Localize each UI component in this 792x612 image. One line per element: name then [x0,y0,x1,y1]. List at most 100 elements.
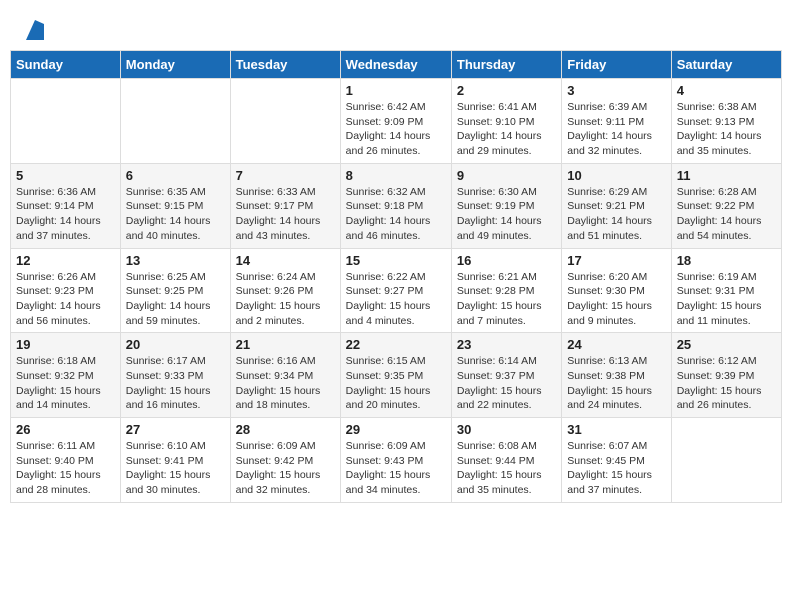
calendar-cell: 3 Sunrise: 6:39 AM Sunset: 9:11 PM Daylig… [562,79,671,164]
weekday-header-wednesday: Wednesday [340,51,451,79]
calendar-cell: 4Sunrise: 6:38 AM Sunset: 9:13 PM Daylig… [671,79,781,164]
day-info: Sunrise: 6:09 AM Sunset: 9:42 PM Dayligh… [236,439,335,498]
calendar-cell: 13 Sunrise: 6:25 AM Sunset: 9:25 PM Dayli… [120,248,230,333]
day-info: Sunrise: 6:35 AM Sunset: 9:15 PM Dayligh… [126,185,225,244]
weekday-header-thursday: Thursday [451,51,561,79]
day-info: Sunrise: 6:07 AM Sunset: 9:45 PM Dayligh… [567,439,665,498]
day-number: 5 [16,168,115,183]
calendar-cell: 12 Sunrise: 6:26 AM Sunset: 9:23 PM Dayli… [11,248,121,333]
day-number: 3 [567,83,665,98]
day-number: 25 [677,337,776,352]
weekday-header-sunday: Sunday [11,51,121,79]
day-number: 20 [126,337,225,352]
calendar-cell: 1Sunrise: 6:42 AM Sunset: 9:09 PM Daylig… [340,79,451,164]
day-number: 14 [236,253,335,268]
day-info: Sunrise: 6:14 AM Sunset: 9:37 PM Dayligh… [457,354,556,413]
calendar-week-1: 1Sunrise: 6:42 AM Sunset: 9:09 PM Daylig… [11,79,782,164]
day-number: 23 [457,337,556,352]
calendar-header: SundayMondayTuesdayWednesdayThursdayFrid… [11,51,782,79]
day-info: Sunrise: 6:24 AM Sunset: 9:26 PM Dayligh… [236,270,335,329]
calendar-cell: 24Sunrise: 6:13 AM Sunset: 9:38 PM Dayli… [562,333,671,418]
calendar-table: SundayMondayTuesdayWednesdayThursdayFrid… [10,50,782,503]
calendar-cell [11,79,121,164]
weekday-row: SundayMondayTuesdayWednesdayThursdayFrid… [11,51,782,79]
calendar-cell [671,418,781,503]
calendar-cell: 6 Sunrise: 6:35 AM Sunset: 9:15 PM Daylig… [120,163,230,248]
calendar-cell [230,79,340,164]
calendar-body: 1Sunrise: 6:42 AM Sunset: 9:09 PM Daylig… [11,79,782,503]
day-info: Sunrise: 6:28 AM Sunset: 9:22 PM Dayligh… [677,185,776,244]
calendar-week-5: 26 Sunrise: 6:11 AM Sunset: 9:40 PM Dayli… [11,418,782,503]
calendar-cell: 2 Sunrise: 6:41 AM Sunset: 9:10 PM Daylig… [451,79,561,164]
day-info: Sunrise: 6:20 AM Sunset: 9:30 PM Dayligh… [567,270,665,329]
day-info: Sunrise: 6:09 AM Sunset: 9:43 PM Dayligh… [346,439,446,498]
page-header [10,10,782,45]
day-info: Sunrise: 6:25 AM Sunset: 9:25 PM Dayligh… [126,270,225,329]
logo [25,20,49,40]
day-number: 13 [126,253,225,268]
day-info: Sunrise: 6:21 AM Sunset: 9:28 PM Dayligh… [457,270,556,329]
day-number: 1 [346,83,446,98]
day-info: Sunrise: 6:39 AM Sunset: 9:11 PM Dayligh… [567,100,665,159]
day-number: 10 [567,168,665,183]
day-info: Sunrise: 6:15 AM Sunset: 9:35 PM Dayligh… [346,354,446,413]
calendar-cell: 9 Sunrise: 6:30 AM Sunset: 9:19 PM Daylig… [451,163,561,248]
day-number: 31 [567,422,665,437]
day-number: 30 [457,422,556,437]
day-number: 27 [126,422,225,437]
day-number: 29 [346,422,446,437]
day-info: Sunrise: 6:10 AM Sunset: 9:41 PM Dayligh… [126,439,225,498]
calendar-week-2: 5 Sunrise: 6:36 AM Sunset: 9:14 PM Daylig… [11,163,782,248]
day-info: Sunrise: 6:36 AM Sunset: 9:14 PM Dayligh… [16,185,115,244]
calendar-cell: 22 Sunrise: 6:15 AM Sunset: 9:35 PM Dayli… [340,333,451,418]
day-info: Sunrise: 6:26 AM Sunset: 9:23 PM Dayligh… [16,270,115,329]
day-number: 19 [16,337,115,352]
weekday-header-tuesday: Tuesday [230,51,340,79]
day-info: Sunrise: 6:19 AM Sunset: 9:31 PM Dayligh… [677,270,776,329]
calendar-cell: 15 Sunrise: 6:22 AM Sunset: 9:27 PM Dayli… [340,248,451,333]
day-number: 22 [346,337,446,352]
calendar-cell: 28Sunrise: 6:09 AM Sunset: 9:42 PM Dayli… [230,418,340,503]
day-number: 16 [457,253,556,268]
weekday-header-saturday: Saturday [671,51,781,79]
calendar-cell: 7Sunrise: 6:33 AM Sunset: 9:17 PM Daylig… [230,163,340,248]
calendar-cell: 29 Sunrise: 6:09 AM Sunset: 9:43 PM Dayli… [340,418,451,503]
day-info: Sunrise: 6:22 AM Sunset: 9:27 PM Dayligh… [346,270,446,329]
day-number: 4 [677,83,776,98]
day-number: 12 [16,253,115,268]
day-info: Sunrise: 6:18 AM Sunset: 9:32 PM Dayligh… [16,354,115,413]
day-number: 7 [236,168,335,183]
calendar-cell [120,79,230,164]
day-number: 15 [346,253,446,268]
day-number: 17 [567,253,665,268]
calendar-cell: 11 Sunrise: 6:28 AM Sunset: 9:22 PM Dayli… [671,163,781,248]
weekday-header-friday: Friday [562,51,671,79]
calendar-cell: 16 Sunrise: 6:21 AM Sunset: 9:28 PM Dayli… [451,248,561,333]
calendar-cell: 5 Sunrise: 6:36 AM Sunset: 9:14 PM Daylig… [11,163,121,248]
calendar-cell: 31 Sunrise: 6:07 AM Sunset: 9:45 PM Dayli… [562,418,671,503]
day-info: Sunrise: 6:17 AM Sunset: 9:33 PM Dayligh… [126,354,225,413]
day-number: 6 [126,168,225,183]
day-number: 9 [457,168,556,183]
day-info: Sunrise: 6:29 AM Sunset: 9:21 PM Dayligh… [567,185,665,244]
calendar-cell: 21 Sunrise: 6:16 AM Sunset: 9:34 PM Dayli… [230,333,340,418]
calendar-week-4: 19 Sunrise: 6:18 AM Sunset: 9:32 PM Dayli… [11,333,782,418]
day-number: 18 [677,253,776,268]
calendar-cell: 20 Sunrise: 6:17 AM Sunset: 9:33 PM Dayli… [120,333,230,418]
day-info: Sunrise: 6:11 AM Sunset: 9:40 PM Dayligh… [16,439,115,498]
day-number: 21 [236,337,335,352]
day-number: 11 [677,168,776,183]
logo-icon [26,20,44,40]
day-info: Sunrise: 6:08 AM Sunset: 9:44 PM Dayligh… [457,439,556,498]
day-info: Sunrise: 6:32 AM Sunset: 9:18 PM Dayligh… [346,185,446,244]
calendar-cell: 14 Sunrise: 6:24 AM Sunset: 9:26 PM Dayli… [230,248,340,333]
day-info: Sunrise: 6:41 AM Sunset: 9:10 PM Dayligh… [457,100,556,159]
day-info: Sunrise: 6:30 AM Sunset: 9:19 PM Dayligh… [457,185,556,244]
day-number: 26 [16,422,115,437]
day-info: Sunrise: 6:16 AM Sunset: 9:34 PM Dayligh… [236,354,335,413]
day-number: 2 [457,83,556,98]
calendar-cell: 26 Sunrise: 6:11 AM Sunset: 9:40 PM Dayli… [11,418,121,503]
weekday-header-monday: Monday [120,51,230,79]
calendar-cell: 23 Sunrise: 6:14 AM Sunset: 9:37 PM Dayli… [451,333,561,418]
calendar-cell: 18 Sunrise: 6:19 AM Sunset: 9:31 PM Dayli… [671,248,781,333]
